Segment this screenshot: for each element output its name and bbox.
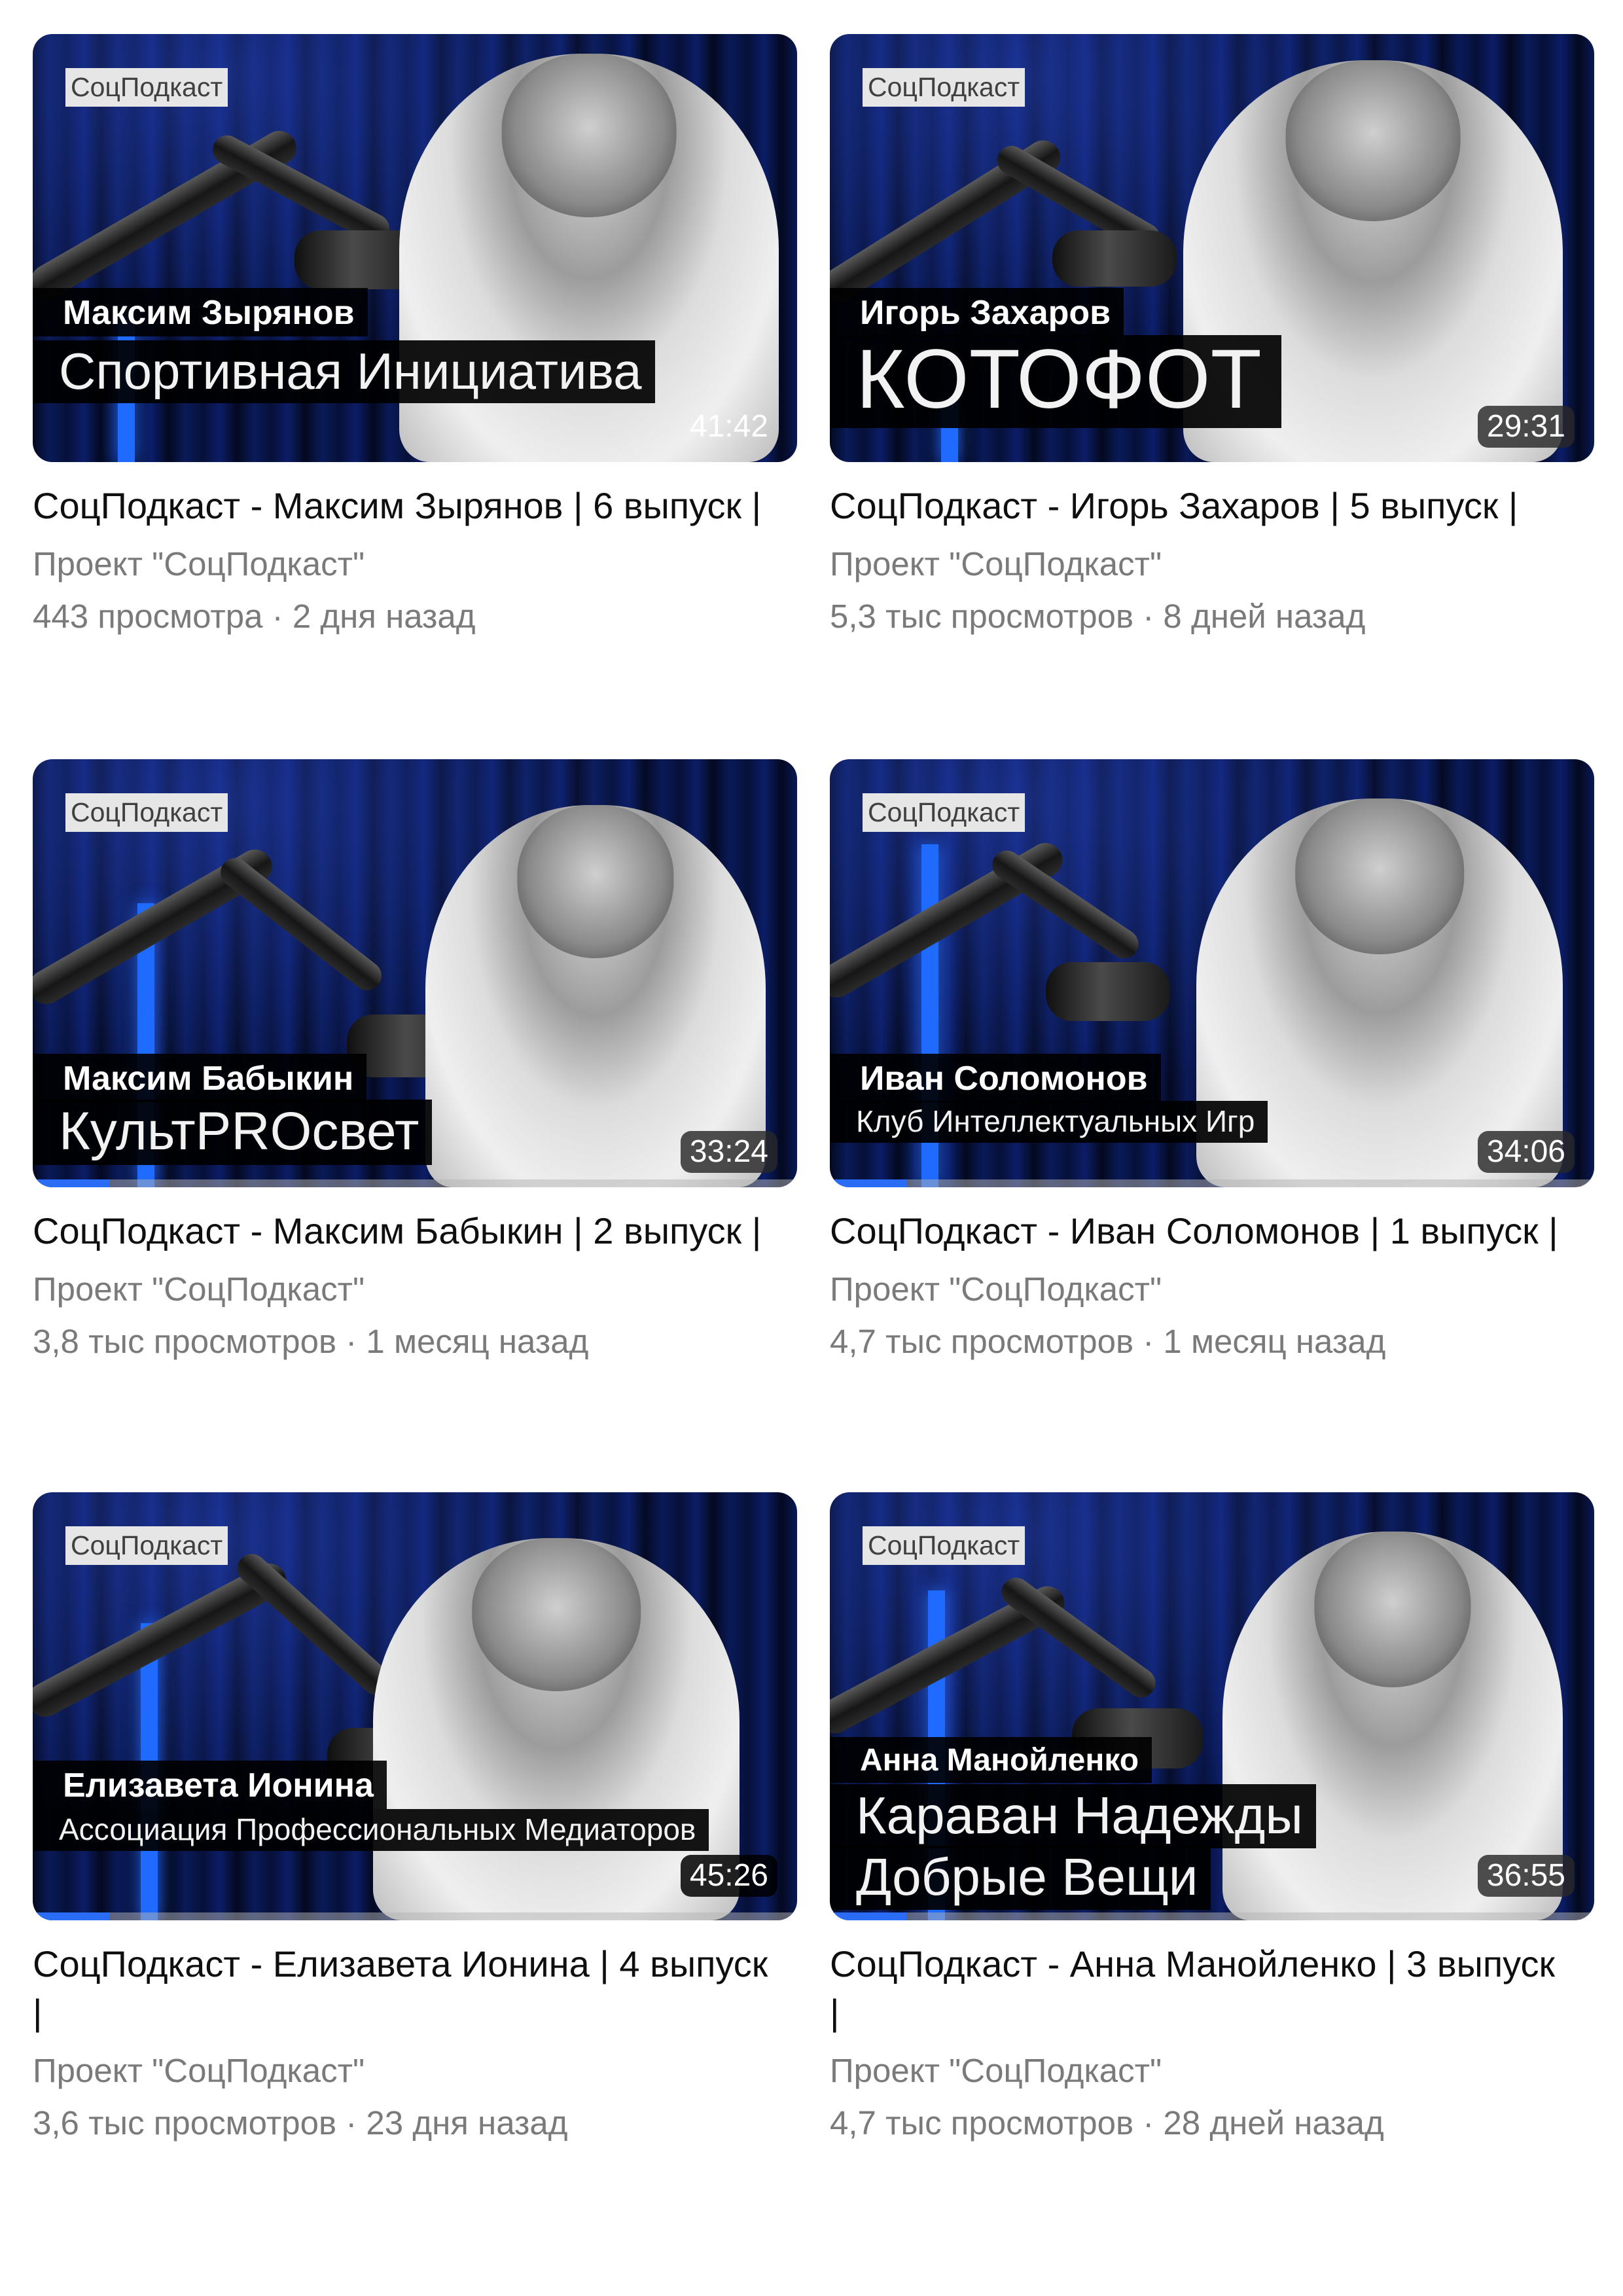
overlay-organization: Клуб Интеллектуальных Игр [830,1101,1268,1143]
video-title[interactable]: СоцПодкаст - Елизавета Ионина | 4 выпуск… [33,1940,772,2037]
view-count: 4,7 тыс просмотров [830,2104,1134,2142]
view-count: 5,3 тыс просмотров [830,598,1134,635]
overlay-guest-name: Игорь Захаров [830,288,1124,336]
microphone [1046,962,1170,1021]
upload-age: 1 месяц назад [366,1323,589,1360]
video-thumbnail[interactable]: СоцПодкаст Игорь Захаров КОТОФОТ 29:31 [830,34,1594,462]
video-card[interactable]: СоцПодкаст Игорь Захаров КОТОФОТ 29:31 С… [830,34,1594,637]
overlay-guest-name: Иван Соломонов [830,1054,1161,1102]
video-title[interactable]: СоцПодкаст - Иван Соломонов | 1 выпуск | [830,1207,1569,1255]
overlay-guest-name: Елизавета Ионина [33,1761,387,1809]
view-count: 443 просмотра [33,598,263,635]
video-meta: 3,6 тыс просмотров · 23 дня назад [33,2102,797,2144]
video-thumbnail[interactable]: СоцПодкаст Максим Зырянов Спортивная Ини… [33,34,797,462]
watch-progress-fill [830,1912,906,1920]
video-meta: 5,3 тыс просмотров · 8 дней назад [830,596,1594,637]
meta-separator: · [346,1323,357,1360]
video-thumbnail[interactable]: СоцПодкаст Елизавета Ионина Ассоциация П… [33,1492,797,1920]
brand-label: СоцПодкаст [863,1526,1026,1566]
upload-age: 2 дня назад [292,598,476,635]
meta-separator: · [272,598,283,635]
duration-badge: 41:42 [689,409,768,444]
mic-arm [986,845,1145,964]
upload-age: 1 месяц назад [1163,1323,1386,1360]
overlay-organization-line2: Добрые Вещи [830,1846,1211,1910]
duration-badge: 29:31 [1477,406,1575,448]
overlay-organization: Спортивная Инициатива [33,340,655,403]
watch-progress-bar [830,1912,1594,1920]
video-card[interactable]: СоцПодкаст Максим Зырянов Спортивная Ини… [33,34,797,637]
watch-progress-bar [33,1179,797,1187]
watch-progress-fill [830,1179,906,1187]
meta-separator: · [1143,2104,1154,2142]
mic-arm [995,1571,1162,1704]
duration-badge: 36:55 [1477,1855,1575,1897]
video-thumbnail[interactable]: СоцПодкаст Иван Соломонов Клуб Интеллект… [830,759,1594,1187]
brand-label: СоцПодкаст [65,68,228,107]
video-meta: 4,7 тыс просмотров · 1 месяц назад [830,1321,1594,1363]
watch-progress-fill [33,1912,109,1920]
channel-name[interactable]: Проект "СоцПодкаст" [33,2050,797,2092]
duration-badge: 34:06 [1477,1131,1575,1173]
overlay-organization: КОТОФОТ [830,335,1281,428]
video-meta: 443 просмотра · 2 дня назад [33,596,797,637]
video-card[interactable]: СоцПодкаст Иван Соломонов Клуб Интеллект… [830,759,1594,1363]
brand-label: СоцПодкаст [65,793,228,833]
meta-separator: · [1143,598,1154,635]
channel-name[interactable]: Проект "СоцПодкаст" [33,543,797,585]
channel-name[interactable]: Проект "СоцПодкаст" [830,543,1594,585]
video-card[interactable]: СоцПодкаст Елизавета Ионина Ассоциация П… [33,1492,797,2144]
overlay-organization: Ассоциация Профессиональных Медиаторов [33,1809,709,1851]
video-card[interactable]: СоцПодкаст Максим Бабыкин КультPROсвет 3… [33,759,797,1363]
watch-progress-bar [33,1912,797,1920]
overlay-organization: Караван Надежды [830,1784,1316,1848]
view-count: 3,6 тыс просмотров [33,2104,337,2142]
video-thumbnail[interactable]: СоцПодкаст Максим Бабыкин КультPROсвет 3… [33,759,797,1187]
upload-age: 23 дня назад [366,2104,568,2142]
guest-portrait [425,805,766,1187]
channel-name[interactable]: Проект "СоцПодкаст" [830,2050,1594,2092]
video-title[interactable]: СоцПодкаст - Максим Бабыкин | 2 выпуск | [33,1207,772,1255]
duration-badge: 45:26 [680,1855,777,1897]
duration-badge: 33:24 [680,1131,777,1173]
mic-arm [231,1548,397,1701]
upload-age: 28 дней назад [1163,2104,1384,2142]
watch-progress-bar [830,1179,1594,1187]
brand-label: СоцПодкаст [863,793,1026,833]
overlay-guest-name: Максим Зырянов [33,288,368,336]
brand-label: СоцПодкаст [863,68,1026,107]
mic-arm [830,836,1069,1004]
upload-age: 8 дней назад [1163,598,1366,635]
mic-arm [215,852,387,996]
channel-name[interactable]: Проект "СоцПодкаст" [830,1268,1594,1310]
channel-name[interactable]: Проект "СоцПодкаст" [33,1268,797,1310]
overlay-guest-name: Анна Манойленко [830,1737,1152,1783]
watch-progress-fill [33,1179,109,1187]
video-title[interactable]: СоцПодкаст - Анна Манойленко | 3 выпуск … [830,1940,1569,2037]
view-count: 3,8 тыс просмотров [33,1323,337,1360]
brand-label: СоцПодкаст [65,1526,228,1566]
video-meta: 3,8 тыс просмотров · 1 месяц назад [33,1321,797,1363]
microphone [1052,230,1177,287]
video-thumbnail[interactable]: СоцПодкаст Анна Манойленко Караван Надеж… [830,1492,1594,1920]
video-card[interactable]: СоцПодкаст Анна Манойленко Караван Надеж… [830,1492,1594,2144]
video-title[interactable]: СоцПодкаст - Максим Зырянов | 6 выпуск | [33,482,772,530]
meta-separator: · [1143,1323,1154,1360]
video-title[interactable]: СоцПодкаст - Игорь Захаров | 5 выпуск | [830,482,1569,530]
video-meta: 4,7 тыс просмотров · 28 дней назад [830,2102,1594,2144]
view-count: 4,7 тыс просмотров [830,1323,1134,1360]
meta-separator: · [346,2104,357,2142]
overlay-guest-name: Максим Бабыкин [33,1054,367,1102]
overlay-organization: КультPROсвет [33,1100,433,1165]
